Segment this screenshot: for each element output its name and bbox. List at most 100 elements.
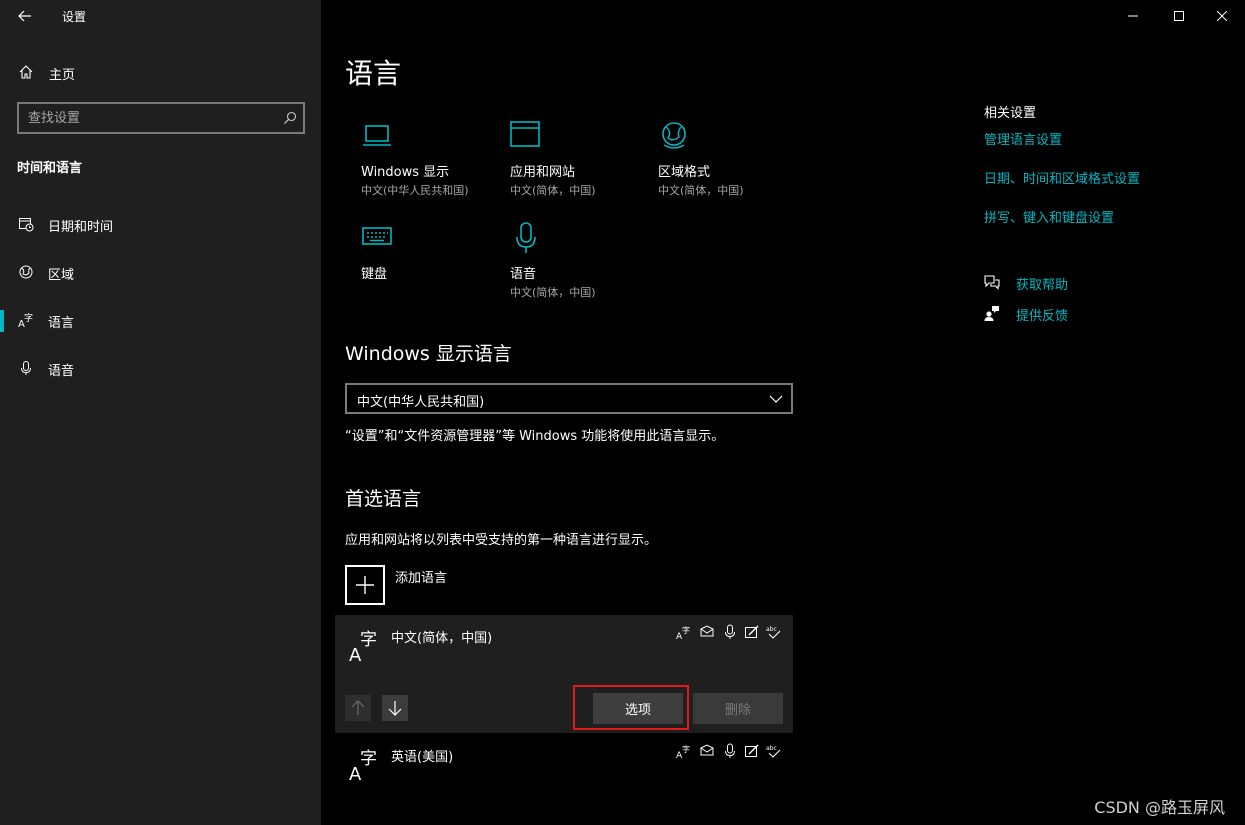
remove-button[interactable]: 删除 (693, 693, 783, 724)
search-input[interactable] (28, 108, 268, 128)
search-icon[interactable] (283, 111, 297, 125)
plus-icon-box (345, 565, 385, 605)
display-language-feature-icon: A字 (676, 625, 690, 640)
get-help-label: 获取帮助 (1016, 278, 1069, 293)
selected-value: 中文(中华人民共和国) (357, 395, 485, 410)
titlebar-left: 设置 (0, 0, 321, 32)
svg-text:abc: abc (766, 626, 777, 633)
display-language-description: “设置”和“文件资源管理器”等 Windows 功能将使用此语言显示。 (345, 429, 725, 444)
language-item-en-us[interactable]: A字 英语(美国) A字 abc (335, 734, 793, 794)
home-label: 主页 (49, 68, 76, 83)
section-title: 时间和语言 (17, 161, 83, 176)
spellcheck-feature-icon: abc (766, 626, 781, 639)
maximize-button[interactable] (1156, 0, 1202, 32)
svg-text:abc: abc (766, 745, 777, 752)
calendar-clock-icon (19, 218, 34, 232)
app-title: 设置 (62, 10, 87, 24)
language-item-zh-cn[interactable]: A字 中文(简体，中国) A字 abc 选项 删除 (335, 615, 793, 733)
tile-name: 区域格式 (658, 165, 711, 180)
microphone-icon (516, 222, 536, 253)
move-down-button[interactable] (382, 695, 408, 721)
handwriting-feature-icon (745, 625, 759, 638)
tile-sub: 中文(中华人民共和国) (361, 184, 469, 197)
language-glyph-icon: A字 (349, 630, 377, 663)
preferred-language-description: 应用和网站将以列表中受支持的第一种语言进行显示。 (345, 533, 658, 548)
sidebar-item-label: 日期和时间 (48, 220, 114, 235)
display-language-feature-icon: A字 (676, 744, 690, 759)
related-settings-title: 相关设置 (984, 106, 1037, 121)
tile-speech[interactable]: 语音 中文(简体，中国) (494, 222, 634, 312)
add-language-label: 添加语言 (395, 571, 448, 586)
laptop-icon (363, 125, 391, 146)
maximize-icon (1174, 11, 1184, 21)
sidebar-item-label: 语音 (48, 364, 75, 379)
keyboard-icon (362, 227, 392, 245)
text-to-speech-feature-icon (700, 744, 714, 756)
get-help-link[interactable]: 获取帮助 (984, 274, 1184, 294)
tile-windows-display[interactable]: Windows 显示 中文(中华人民共和国) (345, 120, 485, 210)
language-glyph-icon: A字 (349, 749, 377, 782)
highlight-box (573, 685, 689, 730)
help-chat-icon (984, 275, 1000, 290)
main-content: 语言 Windows 显示 中文(中华人民共和国) 应用和网站 中文(简体，中国… (321, 0, 1245, 825)
sidebar-item-speech[interactable]: 语音 (0, 348, 321, 388)
tile-sub: 中文(简体，中国) (658, 184, 744, 197)
globe-icon (19, 265, 33, 279)
sidebar-item-label: 区域 (48, 268, 75, 283)
tile-sub: 中文(简体，中国) (510, 286, 596, 299)
window-icon (510, 121, 540, 147)
speech-feature-icon (725, 624, 735, 639)
tile-apps-websites[interactable]: 应用和网站 中文(简体，中国) (494, 120, 634, 210)
close-button[interactable] (1199, 0, 1245, 32)
tile-sub: 中文(简体，中国) (510, 184, 596, 197)
back-arrow-icon (18, 10, 31, 22)
chevron-down-icon (769, 395, 783, 403)
sidebar: 设置 主页 时间和语言 日期和时间 区域 A字 语言 语音 (0, 0, 321, 825)
add-language-button[interactable]: 添加语言 (345, 565, 645, 607)
give-feedback-label: 提供反馈 (1016, 309, 1069, 324)
tile-name: 应用和网站 (510, 165, 576, 180)
globe-icon (662, 122, 686, 149)
speech-feature-icon (725, 743, 735, 758)
language-name: 英语(美国) (391, 750, 454, 765)
minimize-icon (1128, 15, 1138, 17)
svg-text:字: 字 (682, 625, 690, 635)
tile-name: 键盘 (361, 267, 388, 282)
give-feedback-link[interactable]: 提供反馈 (984, 305, 1184, 325)
text-to-speech-feature-icon (700, 625, 714, 637)
preferred-language-heading: 首选语言 (345, 488, 422, 510)
svg-text:字: 字 (682, 744, 690, 754)
feedback-icon (984, 306, 999, 321)
home-nav[interactable]: 主页 (0, 56, 321, 88)
tile-regional-format[interactable]: 区域格式 中文(简体，中国) (642, 120, 782, 210)
display-language-select[interactable]: 中文(中华人民共和国) (345, 383, 793, 414)
sidebar-item-language[interactable]: A字 语言 (0, 300, 321, 340)
link-date-time-region[interactable]: 日期、时间和区域格式设置 (984, 168, 1140, 187)
watermark: CSDN @路玉屏风 (1094, 798, 1225, 817)
link-manage-language[interactable]: 管理语言设置 (984, 129, 1062, 148)
tile-keyboard[interactable]: 键盘 (345, 222, 485, 312)
svg-text:字: 字 (24, 312, 33, 324)
svg-text:字: 字 (360, 630, 377, 650)
minimize-button[interactable] (1110, 0, 1156, 32)
sidebar-item-label: 语言 (48, 316, 75, 331)
move-up-button[interactable] (345, 695, 371, 721)
link-spelling-typing-keyboard[interactable]: 拼写、键入和键盘设置 (984, 207, 1114, 226)
tile-name: Windows 显示 (361, 165, 450, 180)
active-indicator (0, 310, 4, 332)
sidebar-item-date-time[interactable]: 日期和时间 (0, 204, 321, 244)
sidebar-item-region[interactable]: 区域 (0, 252, 321, 292)
page-title: 语言 (345, 57, 402, 90)
home-icon (19, 65, 33, 79)
plus-icon (356, 576, 374, 594)
back-button[interactable] (12, 4, 38, 28)
search-box[interactable] (17, 102, 305, 134)
display-language-heading: Windows 显示语言 (345, 343, 512, 365)
language-name: 中文(简体，中国) (391, 631, 493, 646)
svg-text:字: 字 (360, 749, 377, 769)
arrow-up-icon (351, 700, 365, 715)
close-icon (1217, 11, 1227, 21)
microphone-icon (21, 361, 31, 375)
language-icon: A字 (18, 312, 33, 328)
handwriting-feature-icon (745, 744, 759, 757)
